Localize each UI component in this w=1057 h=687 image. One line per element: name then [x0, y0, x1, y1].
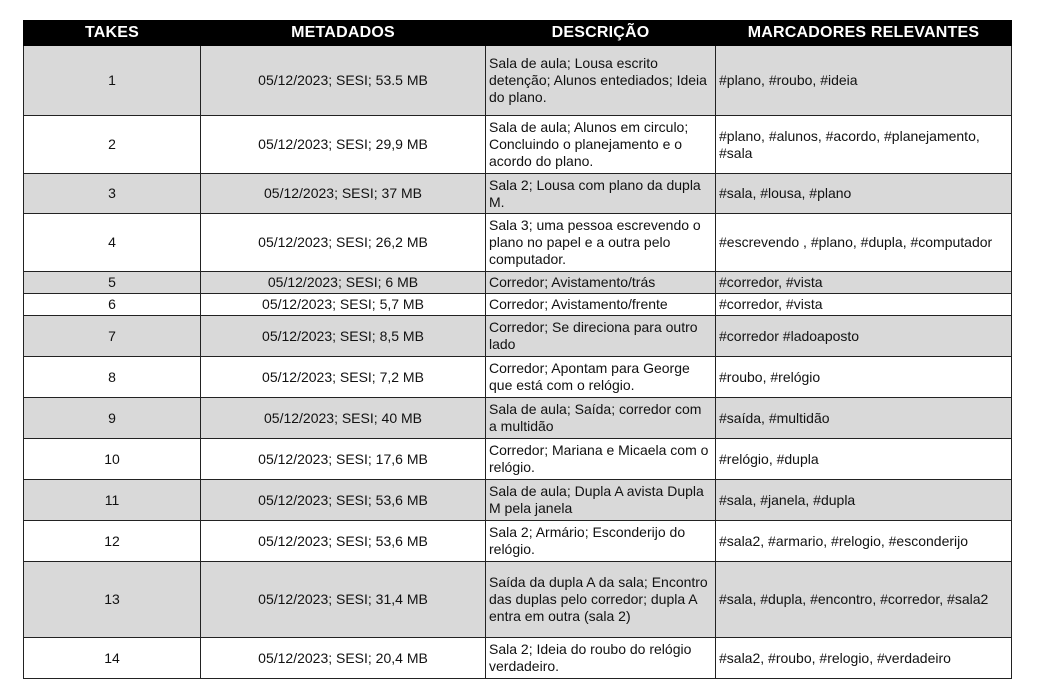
- take-number: 5: [23, 271, 201, 294]
- tags-cell: #relógio, #dupla: [715, 438, 1012, 480]
- take-number: 6: [23, 293, 201, 316]
- metadata-cell: 05/12/2023; SESI; 40 MB: [200, 397, 486, 439]
- take-number: 9: [23, 397, 201, 439]
- description-cell: Sala 2; Lousa com plano da dupla M.: [485, 173, 716, 214]
- metadata-cell: 05/12/2023; SESI; 26,2 MB: [200, 213, 486, 272]
- metadata-cell: 05/12/2023; SESI; 31,4 MB: [200, 561, 486, 638]
- metadata-cell: 05/12/2023; SESI; 20,4 MB: [200, 637, 486, 679]
- table-row: 10 05/12/2023; SESI; 17,6 MB Corredor; M…: [23, 438, 1012, 480]
- header-descricao: DESCRIÇÃO: [485, 20, 716, 46]
- metadata-cell: 05/12/2023; SESI; 7,2 MB: [200, 356, 486, 398]
- header-marcadores: MARCADORES RELEVANTES: [715, 20, 1012, 46]
- metadata-cell: 05/12/2023; SESI; 5,7 MB: [200, 293, 486, 316]
- metadata-cell: 05/12/2023; SESI; 29,9 MB: [200, 115, 486, 174]
- tags-cell: #corredor, #vista: [715, 293, 1012, 316]
- tags-cell: #sala, #janela, #dupla: [715, 479, 1012, 521]
- take-number: 10: [23, 438, 201, 480]
- description-cell: Sala 2; Ideia do roubo do relógio verdad…: [485, 637, 716, 679]
- tags-cell: #sala2, #roubo, #relogio, #verdadeiro: [715, 637, 1012, 679]
- tags-cell: #corredor #ladoaposto: [715, 315, 1012, 357]
- table-row: 14 05/12/2023; SESI; 20,4 MB Sala 2; Ide…: [23, 637, 1012, 679]
- table-row: 4 05/12/2023; SESI; 26,2 MB Sala 3; uma …: [23, 213, 1012, 272]
- takes-table: TAKES METADADOS DESCRIÇÃO MARCADORES REL…: [23, 20, 1012, 679]
- tags-cell: #plano, #alunos, #acordo, #planejamento,…: [715, 115, 1012, 174]
- description-cell: Corredor; Mariana e Micaela com o relógi…: [485, 438, 716, 480]
- table-row: 8 05/12/2023; SESI; 7,2 MB Corredor; Apo…: [23, 356, 1012, 398]
- table-header: TAKES METADADOS DESCRIÇÃO MARCADORES REL…: [23, 20, 1012, 46]
- tags-cell: #escrevendo , #plano, #dupla, #computado…: [715, 213, 1012, 272]
- tags-cell: #roubo, #relógio: [715, 356, 1012, 398]
- take-number: 4: [23, 213, 201, 272]
- table-row: 5 05/12/2023; SESI; 6 MB Corredor; Avist…: [23, 271, 1012, 294]
- table-body: 1 05/12/2023; SESI; 53.5 MB Sala de aula…: [23, 45, 1012, 679]
- header-row: TAKES METADADOS DESCRIÇÃO MARCADORES REL…: [23, 20, 1012, 46]
- header-takes: TAKES: [23, 20, 201, 46]
- table-row: 11 05/12/2023; SESI; 53,6 MB Sala de aul…: [23, 479, 1012, 521]
- table-row: 1 05/12/2023; SESI; 53.5 MB Sala de aula…: [23, 45, 1012, 116]
- table-row: 12 05/12/2023; SESI; 53,6 MB Sala 2; Arm…: [23, 520, 1012, 562]
- table-row: 6 05/12/2023; SESI; 5,7 MB Corredor; Avi…: [23, 293, 1012, 316]
- take-number: 13: [23, 561, 201, 638]
- description-cell: Sala de aula; Alunos em circulo; Conclui…: [485, 115, 716, 174]
- metadata-cell: 05/12/2023; SESI; 37 MB: [200, 173, 486, 214]
- tags-cell: #corredor, #vista: [715, 271, 1012, 294]
- tags-cell: #sala, #dupla, #encontro, #corredor, #sa…: [715, 561, 1012, 638]
- tags-cell: #sala, #lousa, #plano: [715, 173, 1012, 214]
- metadata-cell: 05/12/2023; SESI; 53.5 MB: [200, 45, 486, 116]
- description-cell: Sala 3; uma pessoa escrevendo o plano no…: [485, 213, 716, 272]
- description-cell: Sala de aula; Saída; corredor com a mult…: [485, 397, 716, 439]
- metadata-cell: 05/12/2023; SESI; 17,6 MB: [200, 438, 486, 480]
- description-cell: Corredor; Avistamento/frente: [485, 293, 716, 316]
- header-metadados: METADADOS: [200, 20, 486, 46]
- take-number: 7: [23, 315, 201, 357]
- take-number: 12: [23, 520, 201, 562]
- take-number: 2: [23, 115, 201, 174]
- table-row: 2 05/12/2023; SESI; 29,9 MB Sala de aula…: [23, 115, 1012, 174]
- metadata-cell: 05/12/2023; SESI; 8,5 MB: [200, 315, 486, 357]
- description-cell: Corredor; Avistamento/trás: [485, 271, 716, 294]
- table-row: 13 05/12/2023; SESI; 31,4 MB Saída da du…: [23, 561, 1012, 638]
- description-cell: Sala de aula; Lousa escrito detenção; Al…: [485, 45, 716, 116]
- tags-cell: #plano, #roubo, #ideia: [715, 45, 1012, 116]
- description-cell: Corredor; Apontam para George que está c…: [485, 356, 716, 398]
- take-number: 3: [23, 173, 201, 214]
- take-number: 8: [23, 356, 201, 398]
- take-number: 14: [23, 637, 201, 679]
- tags-cell: #saída, #multidão: [715, 397, 1012, 439]
- take-number: 1: [23, 45, 201, 116]
- metadata-cell: 05/12/2023; SESI; 53,6 MB: [200, 479, 486, 521]
- description-cell: Sala de aula; Dupla A avista Dupla M pel…: [485, 479, 716, 521]
- metadata-cell: 05/12/2023; SESI; 53,6 MB: [200, 520, 486, 562]
- description-cell: Saída da dupla A da sala; Encontro das d…: [485, 561, 716, 638]
- description-cell: Sala 2; Armário; Esconderijo do relógio.: [485, 520, 716, 562]
- table-row: 7 05/12/2023; SESI; 8,5 MB Corredor; Se …: [23, 315, 1012, 357]
- take-number: 11: [23, 479, 201, 521]
- metadata-cell: 05/12/2023; SESI; 6 MB: [200, 271, 486, 294]
- description-cell: Corredor; Se direciona para outro lado: [485, 315, 716, 357]
- table-row: 9 05/12/2023; SESI; 40 MB Sala de aula; …: [23, 397, 1012, 439]
- tags-cell: #sala2, #armario, #relogio, #esconderijo: [715, 520, 1012, 562]
- table-row: 3 05/12/2023; SESI; 37 MB Sala 2; Lousa …: [23, 173, 1012, 214]
